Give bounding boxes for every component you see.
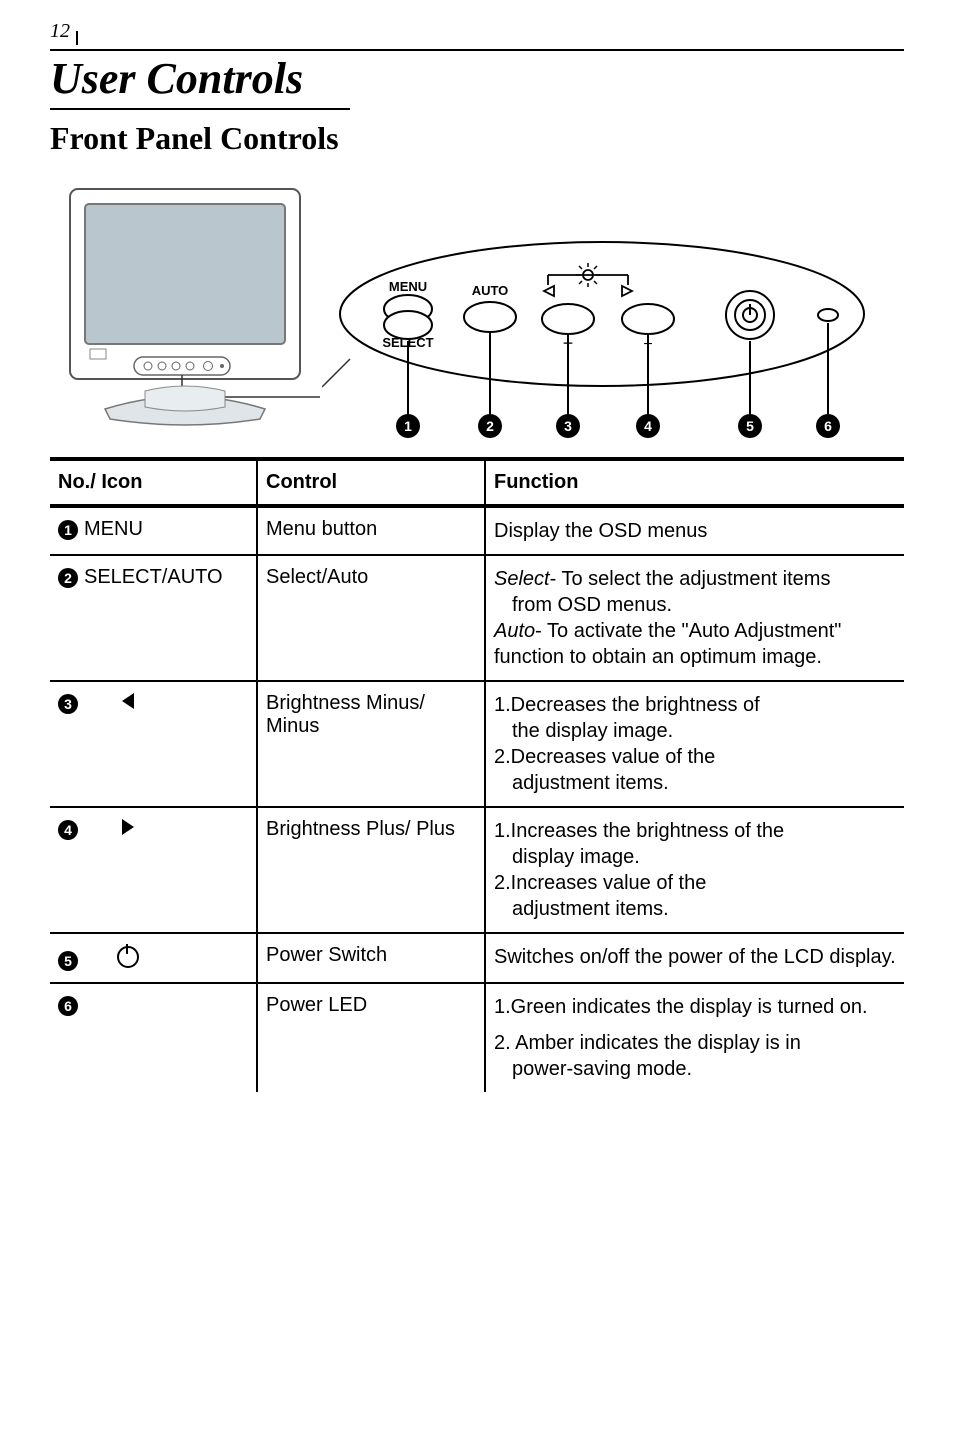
th-control: Control	[257, 459, 485, 506]
control-panel-illustration: MENU SELECT AUTO	[322, 229, 882, 439]
th-function: Function	[485, 459, 904, 506]
row-icon-text: MENU	[84, 518, 143, 540]
function-text: 2.Increases value of the	[494, 872, 706, 894]
callout-5: 5	[746, 418, 754, 434]
cell-control: Power LED	[257, 983, 485, 1092]
cell-function: 1.Green indicates the display is turned …	[485, 983, 904, 1092]
cell-noicon: 1 MENU	[50, 506, 257, 555]
cell-control: Power Switch	[257, 933, 485, 983]
table-row: 6 Power LED 1.Green indicates the display …	[50, 983, 904, 1092]
page-number-tick	[76, 31, 78, 45]
table-row: 1 MENU Menu button Display the OSD menus	[50, 506, 904, 555]
row-number-badge: 4	[58, 820, 78, 840]
function-text: function to obtain an optimum image.	[494, 646, 822, 668]
callout-2: 2	[486, 418, 494, 434]
th-noicon: No./ Icon	[50, 459, 257, 506]
cell-noicon: 4	[50, 807, 257, 933]
function-text: - To select the adjustment items	[550, 568, 831, 590]
row-number-badge: 5	[58, 951, 78, 971]
triangle-left-icon	[122, 693, 134, 709]
function-text: 1.Green indicates the display is turned …	[494, 996, 868, 1018]
cell-noicon: 3	[50, 681, 257, 807]
cell-control: Brightness Minus/ Minus	[257, 681, 485, 807]
function-text: the display image.	[512, 720, 673, 742]
function-text: adjustment items.	[512, 898, 669, 920]
function-text: 2.Decreases value of the	[494, 746, 715, 768]
row-number-badge: 2	[58, 568, 78, 588]
function-text: adjustment items.	[512, 772, 669, 794]
panel-menu-label: MENU	[389, 279, 427, 294]
callout-3: 3	[564, 418, 572, 434]
cell-function: Select- To select the adjustment items fr…	[485, 555, 904, 681]
cell-control: Menu button	[257, 506, 485, 555]
cell-control: Brightness Plus/ Plus	[257, 807, 485, 933]
row-number-badge: 3	[58, 694, 78, 714]
top-rule	[50, 49, 904, 51]
monitor-illustration	[50, 179, 320, 439]
function-text: 1.Increases the brightness of the	[494, 820, 784, 842]
function-emph: Select	[494, 568, 550, 590]
cell-noicon: 6	[50, 983, 257, 1092]
callout-6: 6	[824, 418, 832, 434]
row-number-badge: 1	[58, 520, 78, 540]
function-text: from OSD menus.	[512, 594, 672, 616]
cell-noicon: 2 SELECT/AUTO	[50, 555, 257, 681]
page-title: User Controls	[50, 53, 904, 104]
row-icon-text: SELECT/AUTO	[84, 566, 223, 588]
page-subtitle: Front Panel Controls	[50, 120, 904, 157]
cell-function: Display the OSD menus	[485, 506, 904, 555]
panel-auto-label: AUTO	[472, 283, 509, 298]
triangle-right-icon	[122, 819, 134, 835]
table-row: 5 Power Switch Switches on/off the power o…	[50, 933, 904, 983]
cell-function: Switches on/off the power of the LCD dis…	[485, 933, 904, 983]
page-number: 12	[50, 20, 904, 43]
function-text: Display the OSD menus	[494, 520, 707, 542]
power-icon	[117, 946, 139, 968]
function-text: Switches on/off the power of the LCD dis…	[494, 946, 896, 968]
function-text: 2. Amber indicates the display is in	[494, 1032, 801, 1054]
callout-1: 1	[404, 418, 412, 434]
controls-table: No./ Icon Control Function 1 MENU Menu but…	[50, 457, 904, 1092]
function-text: 1.Decreases the brightness of	[494, 694, 760, 716]
page: 12 User Controls Front Panel Controls	[0, 0, 954, 1132]
function-emph: Auto	[494, 620, 535, 642]
function-text: - To activate the "Auto Adjustment"	[535, 620, 841, 642]
cell-function: 1.Decreases the brightness of the display…	[485, 681, 904, 807]
cell-noicon: 5	[50, 933, 257, 983]
figure-row: MENU SELECT AUTO	[50, 179, 904, 439]
page-number-text: 12	[50, 20, 70, 43]
function-text: power-saving mode.	[512, 1058, 692, 1080]
table-row: 2SELECT/AUTOSelect/AutoSelect- To select…	[50, 555, 904, 681]
function-text: display image.	[512, 846, 640, 868]
callout-4: 4	[644, 418, 652, 434]
cell-control: Select/Auto	[257, 555, 485, 681]
cell-function: 1.Increases the brightness of the display…	[485, 807, 904, 933]
title-rule	[50, 108, 350, 110]
table-row: 4Brightness Plus/ Plus1.Increases the br…	[50, 807, 904, 933]
table-row: 3Brightness Minus/ Minus1.Decreases the …	[50, 681, 904, 807]
row-number-badge: 6	[58, 996, 78, 1016]
